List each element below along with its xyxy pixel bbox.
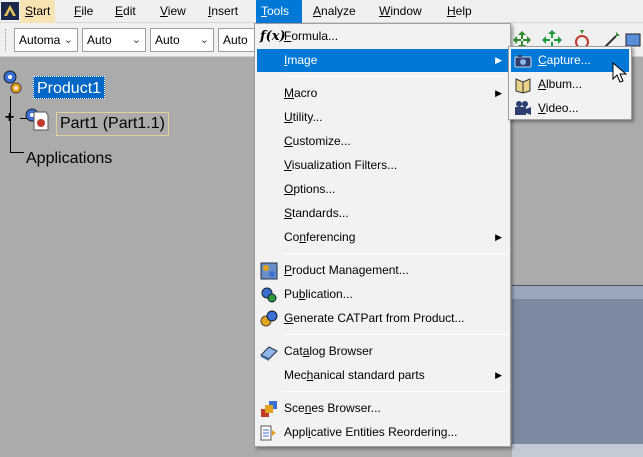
3d-solid-part: [512, 285, 643, 457]
menu-item-visualization-filters[interactable]: Visualization Filters...: [257, 154, 508, 177]
menu-item-video[interactable]: Video...: [511, 97, 629, 120]
menu-item-publication[interactable]: Publication...: [257, 283, 508, 306]
menu-file[interactable]: File: [69, 0, 98, 23]
menu-item-options[interactable]: Options...: [257, 178, 508, 201]
tree-node-product1[interactable]: Product1: [33, 76, 106, 99]
generate-catpart-icon: [260, 310, 278, 327]
video-camera-icon: [515, 101, 531, 115]
combo-4[interactable]: Auto: [218, 28, 258, 52]
3d-solid-bottom-band: [512, 444, 643, 457]
product-icon[interactable]: [2, 69, 28, 95]
menu-item-macro[interactable]: Macro ▶: [257, 82, 508, 105]
catalog-browser-icon: [260, 346, 278, 361]
chevron-down-icon: ⌄: [63, 34, 73, 46]
product-management-icon: [260, 262, 278, 280]
menu-item-product-management[interactable]: Product Management...: [257, 259, 508, 282]
menu-separator: [283, 391, 506, 392]
formula-icon: f(x): [260, 29, 286, 44]
combo-2[interactable]: Auto ⌄: [82, 28, 146, 52]
menu-item-scenes-browser[interactable]: Scenes Browser...: [257, 397, 508, 420]
menu-window[interactable]: Window: [374, 0, 427, 23]
menu-item-generate-catpart[interactable]: Generate CATPart from Product...: [257, 307, 508, 330]
menu-item-image[interactable]: Image ▶: [257, 49, 508, 72]
mouse-cursor-icon: [612, 62, 628, 83]
publication-icon: [261, 287, 277, 303]
menu-separator: [283, 334, 506, 335]
menu-item-applicative-entities-reordering[interactable]: Applicative Entities Reordering...: [257, 421, 508, 444]
submenu-arrow-icon: ▶: [495, 88, 502, 98]
menu-item-utility[interactable]: Utility...: [257, 106, 508, 129]
menu-item-formula[interactable]: f(x) Formula...: [257, 25, 508, 48]
menu-separator: [283, 253, 506, 254]
expand-toggle[interactable]: +: [4, 110, 15, 126]
3d-solid-top-face: [512, 285, 643, 299]
submenu-arrow-icon: ▶: [495, 370, 502, 380]
menu-item-conferencing[interactable]: Conferencing ▶: [257, 226, 508, 249]
menu-help[interactable]: Help: [442, 0, 477, 23]
chevron-down-icon: ⌄: [131, 34, 141, 46]
menu-start[interactable]: Start: [20, 0, 56, 23]
part-icon[interactable]: [24, 106, 50, 132]
tree-node-applications[interactable]: Applications: [26, 148, 112, 170]
applicative-entities-icon: [260, 425, 276, 441]
menu-item-catalog-browser[interactable]: Catalog Browser: [257, 340, 508, 363]
menu-view[interactable]: View: [155, 0, 191, 23]
submenu-arrow-icon: ▶: [495, 55, 502, 65]
toolbar-grip[interactable]: [5, 29, 8, 51]
camera-icon: [514, 55, 532, 68]
combo-3[interactable]: Auto ⌄: [150, 28, 214, 52]
menubar: Start File Edit View Insert Tools Analyz…: [0, 0, 643, 23]
scenes-browser-icon: [261, 401, 277, 417]
menu-edit[interactable]: Edit: [110, 0, 141, 23]
menu-separator: [283, 76, 506, 77]
menu-insert[interactable]: Insert: [203, 0, 243, 23]
menu-item-mechanical-standard-parts[interactable]: Mechanical standard parts ▶: [257, 364, 508, 387]
tree-branch-line: [10, 152, 24, 153]
tree-node-part1[interactable]: Part1 (Part1.1): [56, 112, 169, 136]
combo-1[interactable]: Automa ⌄: [14, 28, 78, 52]
menu-item-customize[interactable]: Customize...: [257, 130, 508, 153]
menu-analyze[interactable]: Analyze: [308, 0, 361, 23]
chevron-down-icon: ⌄: [199, 34, 209, 46]
submenu-arrow-icon: ▶: [495, 232, 502, 242]
album-icon: [515, 78, 531, 94]
menu-item-standards[interactable]: Standards...: [257, 202, 508, 225]
tools-menu: f(x) Formula... Image ▶ Macro ▶ Utility.…: [254, 23, 511, 447]
menu-tools[interactable]: Tools: [256, 0, 302, 23]
catia-logo-icon[interactable]: [1, 2, 19, 20]
